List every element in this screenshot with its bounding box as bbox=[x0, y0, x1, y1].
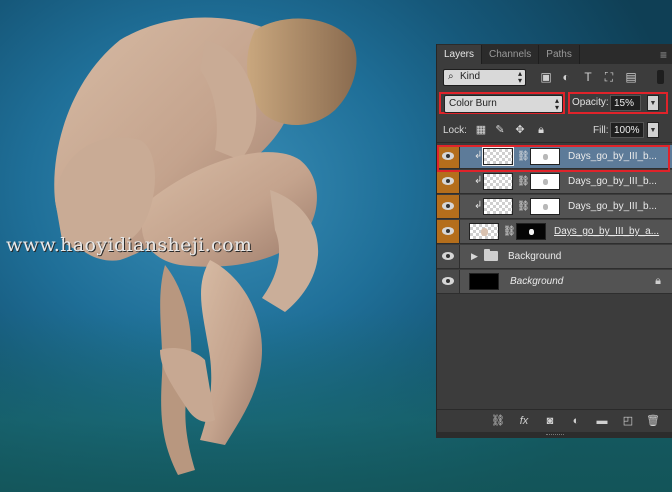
mask-shape bbox=[543, 179, 548, 185]
lock-label: Lock: bbox=[443, 125, 467, 136]
search-icon: ⌕ bbox=[448, 71, 454, 82]
opacity-input[interactable]: 15% bbox=[610, 95, 641, 111]
tab-channels[interactable]: Channels bbox=[482, 45, 540, 64]
blend-mode-value: Color Burn bbox=[449, 98, 497, 109]
adjustment-layer-icon[interactable]: ◐ bbox=[568, 413, 584, 429]
chain-link-icon[interactable]: ⛓ bbox=[517, 151, 530, 162]
visibility-toggle[interactable] bbox=[437, 270, 460, 293]
eye-icon bbox=[442, 202, 454, 210]
tab-paths[interactable]: Paths bbox=[539, 45, 580, 64]
blend-mode-select[interactable]: Color Burn ▴ ▾ bbox=[444, 95, 563, 113]
new-layer-icon[interactable]: ◰ bbox=[620, 413, 636, 429]
new-group-icon[interactable]: ▬ bbox=[594, 413, 610, 429]
smart-object-filter-icon[interactable]: ▤ bbox=[623, 69, 639, 85]
visibility-toggle[interactable] bbox=[437, 245, 460, 268]
opacity-label: Opacity: bbox=[572, 97, 609, 108]
layer-name[interactable]: Days_go_by_III_b... bbox=[568, 176, 657, 187]
trash-icon[interactable]: 🗑︎ bbox=[645, 413, 661, 429]
mask-shape bbox=[543, 204, 548, 210]
adjustment-filter-icon[interactable]: ◐ bbox=[558, 69, 574, 85]
pixel-filter-icon[interactable]: ▣ bbox=[538, 69, 554, 85]
panel-tabs: Layers Channels Paths ≡ bbox=[437, 44, 672, 64]
layer-row[interactable]: ↲ ⛓ Days_go_by_III_b... bbox=[437, 170, 672, 194]
layer-row[interactable]: ⛓ Days_go_by_III_by_a... bbox=[437, 220, 672, 244]
panel-resize-strip[interactable] bbox=[436, 432, 672, 438]
visibility-toggle[interactable] bbox=[437, 195, 460, 218]
layer-mask-thumbnail[interactable] bbox=[530, 173, 560, 190]
visibility-toggle[interactable] bbox=[437, 170, 460, 193]
layer-name[interactable]: Background bbox=[510, 276, 563, 287]
layer-row[interactable]: ↲ ⛓ Days_go_by_III_b... bbox=[437, 195, 672, 219]
fill-label: Fill: bbox=[593, 125, 609, 136]
eye-icon bbox=[442, 152, 454, 160]
expand-arrow-icon[interactable]: ▶ bbox=[471, 251, 478, 262]
select-arrows-icon: ▴ ▾ bbox=[517, 69, 522, 85]
kind-filter-select[interactable]: ⌕ Kind ▴ ▾ bbox=[443, 69, 526, 86]
chain-link-icon[interactable]: ⛓ bbox=[517, 201, 530, 212]
group-name[interactable]: Background bbox=[508, 251, 561, 262]
layer-thumbnail[interactable] bbox=[469, 223, 499, 240]
eye-icon bbox=[442, 177, 454, 185]
eye-icon bbox=[442, 277, 454, 285]
clipping-arrow-icon: ↲ bbox=[474, 150, 483, 161]
shape-filter-icon[interactable]: ⛶ bbox=[601, 69, 617, 85]
eye-icon bbox=[442, 252, 454, 260]
kind-filter-label: Kind bbox=[460, 71, 481, 82]
layer-name[interactable]: Days_go_by_III_b... bbox=[568, 151, 657, 162]
opacity-dropdown-button[interactable]: ▼ bbox=[647, 95, 659, 111]
visibility-toggle[interactable] bbox=[437, 220, 460, 243]
layer-thumbnail[interactable] bbox=[483, 198, 513, 215]
visibility-toggle[interactable] bbox=[437, 145, 460, 168]
figure-thumb-shape bbox=[481, 228, 488, 236]
type-filter-icon[interactable]: T bbox=[580, 69, 596, 85]
mask-shape bbox=[543, 154, 548, 160]
layer-mask-thumbnail[interactable] bbox=[530, 148, 560, 165]
layer-thumbnail[interactable] bbox=[483, 173, 513, 190]
layer-filter-row: ⌕ Kind ▴ ▾ ▣ ◐ T ⛶ ▤ bbox=[437, 66, 672, 88]
fill-dropdown-button[interactable]: ▼ bbox=[647, 122, 659, 138]
chain-link-icon[interactable]: ⛓ bbox=[517, 176, 530, 187]
link-layers-icon[interactable]: ⛓ bbox=[490, 413, 506, 429]
blend-opacity-row: Color Burn ▴ ▾ Opacity: 15% ▼ bbox=[437, 92, 672, 116]
group-row[interactable]: ▶ Background bbox=[437, 245, 672, 269]
select-arrows-icon: ▴ ▾ bbox=[554, 96, 559, 112]
filter-toggle-switch[interactable] bbox=[657, 70, 664, 84]
background-layer-row[interactable]: Background 🔒︎ bbox=[437, 270, 672, 294]
panel-menu-icon[interactable]: ≡ bbox=[660, 48, 672, 64]
tab-layers[interactable]: Layers bbox=[437, 45, 483, 64]
layer-row[interactable]: ↲ ⛓ Days_go_by_III_b... bbox=[437, 145, 672, 169]
watermark-text: www.haoyidiansheji.com bbox=[6, 234, 253, 256]
layers-footer: ⛓ fx ◙ ◐ ▬ ◰ 🗑︎ bbox=[437, 409, 672, 432]
layer-name[interactable]: Days_go_by_III_by_a... bbox=[554, 226, 659, 237]
clipping-arrow-icon: ↲ bbox=[474, 175, 483, 186]
fill-input[interactable]: 100% bbox=[610, 122, 644, 138]
lock-move-icon[interactable]: ✥ bbox=[513, 123, 527, 137]
folder-icon bbox=[484, 249, 498, 261]
eye-icon bbox=[442, 227, 454, 235]
lock-transparent-icon[interactable]: ▦ bbox=[474, 123, 488, 137]
lock-all-icon[interactable]: 🔒︎ bbox=[534, 123, 548, 137]
layers-panel: Layers Channels Paths ≡ ⌕ Kind ▴ ▾ ▣ ◐ T … bbox=[436, 44, 672, 432]
mask-shape bbox=[529, 229, 534, 235]
clipping-arrow-icon: ↲ bbox=[474, 200, 483, 211]
lock-icon: 🔒︎ bbox=[655, 275, 661, 287]
add-mask-icon[interactable]: ◙ bbox=[542, 413, 558, 429]
layer-mask-thumbnail[interactable] bbox=[530, 198, 560, 215]
lock-fill-row: Lock: ▦ ✎ ✥ 🔒︎ Fill: 100% ▼ bbox=[437, 120, 672, 143]
layer-mask-thumbnail[interactable] bbox=[516, 223, 546, 240]
chain-link-icon[interactable]: ⛓ bbox=[503, 226, 516, 237]
resize-grip[interactable] bbox=[546, 434, 564, 437]
lock-brush-icon[interactable]: ✎ bbox=[493, 123, 507, 137]
layer-thumbnail[interactable] bbox=[482, 147, 514, 166]
layer-name[interactable]: Days_go_by_III_b... bbox=[568, 201, 657, 212]
layer-thumbnail[interactable] bbox=[469, 273, 499, 290]
fx-icon[interactable]: fx bbox=[516, 413, 532, 429]
